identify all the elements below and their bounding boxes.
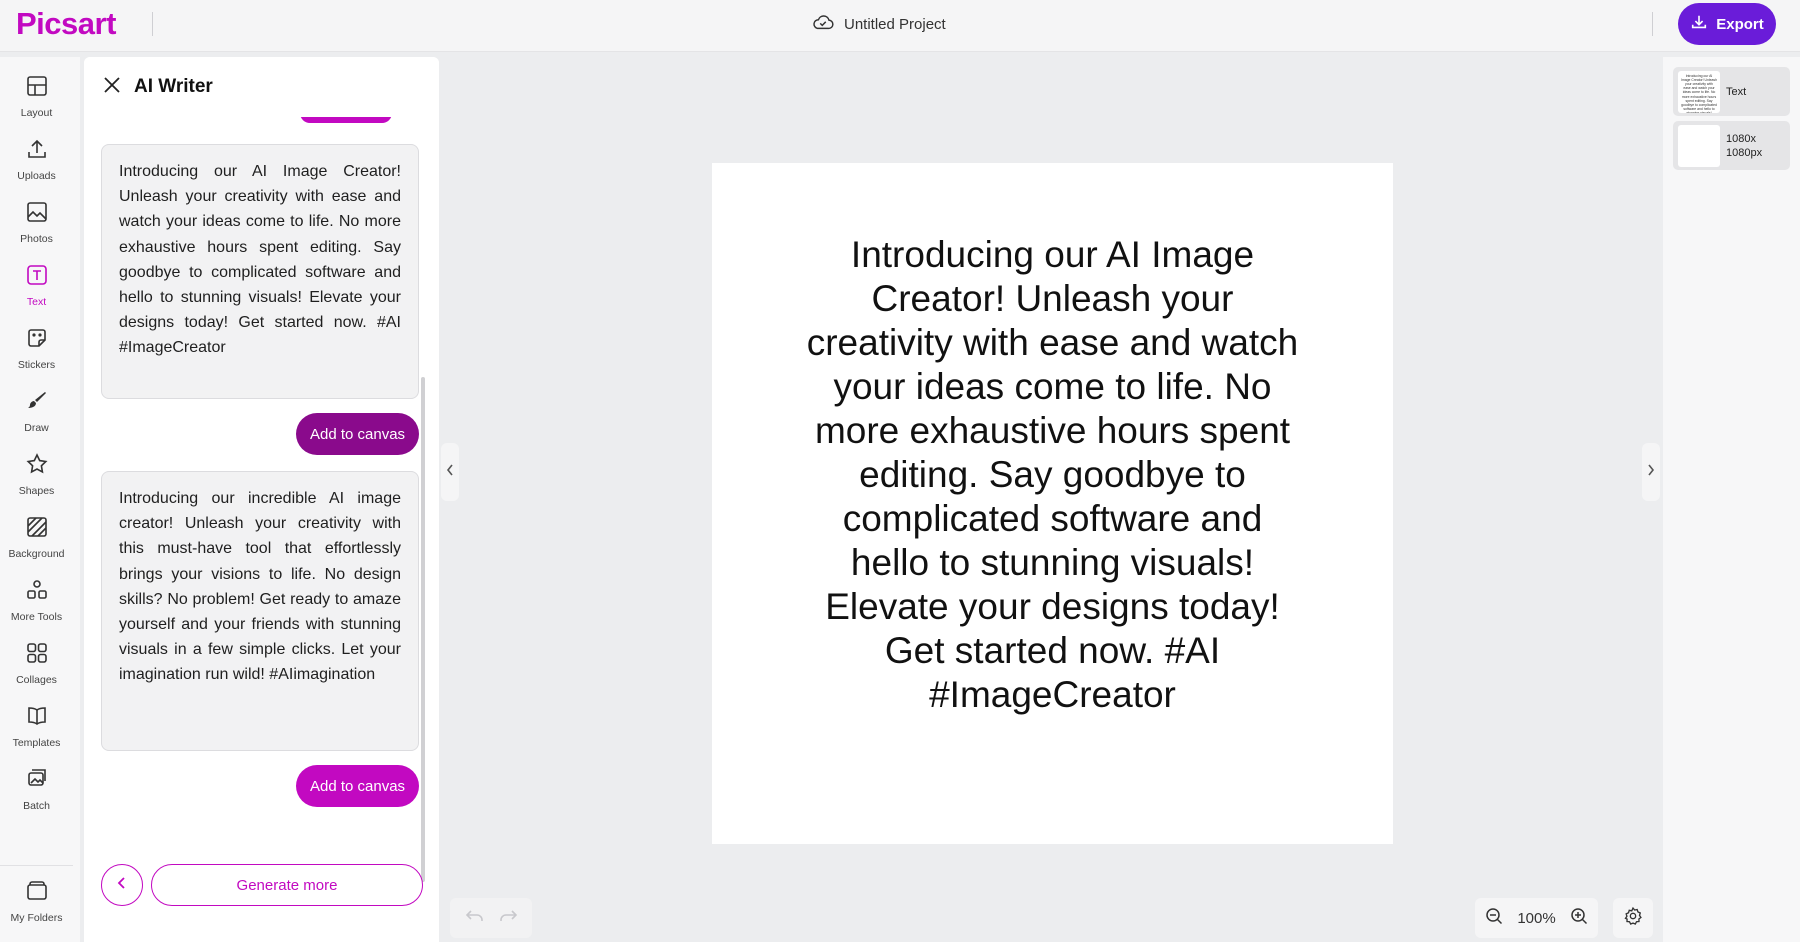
result-card[interactable]: Introducing our incredible AI image crea… [101,471,419,751]
rail-item-label: Draw [24,422,49,434]
add-to-canvas-button[interactable]: Add to canvas [296,765,419,807]
layer-label: 1080x 1080px [1726,132,1763,159]
layer-thumbnail-text: Introducing our AI Image Creator! Unleas… [1681,73,1717,113]
rail-item-collages[interactable]: Collages [0,641,73,701]
chevron-left-icon [445,463,455,482]
collage-icon [25,641,49,670]
image-icon [25,200,49,229]
chevron-left-icon [115,876,129,895]
rail-item-label: Background [8,548,65,560]
export-label: Export [1716,15,1764,33]
rail-item-layout[interactable]: Layout [0,74,73,134]
result-card[interactable]: Introducing our AI Image Creator! Unleas… [101,144,419,399]
top-bar: Picsart Untitled Project Export [0,0,1800,52]
brush-icon [25,389,49,418]
zoom-level[interactable]: 100% [1517,910,1555,927]
layout-icon [25,74,49,103]
star-icon [25,452,49,481]
back-button[interactable] [101,864,143,906]
divider [1652,12,1653,36]
ai-writer-panel: AI Writer Introducing our AI Image Creat… [84,57,439,942]
rail-item-uploads[interactable]: Uploads [0,137,73,197]
settings-button[interactable] [1613,898,1653,938]
result-text: Introducing our AI Image Creator! Unleas… [119,163,401,357]
zoom-in-icon[interactable] [1570,907,1588,929]
batch-icon [25,767,49,796]
download-icon [1690,13,1708,35]
export-button[interactable]: Export [1678,3,1776,45]
panel-header: AI Writer [84,57,439,117]
rail-item-label: Shapes [18,485,55,497]
layer-thumbnail [1678,124,1720,167]
rail-item-templates[interactable]: Templates [0,704,73,764]
zoom-out-icon[interactable] [1485,907,1503,929]
gear-icon [1623,906,1643,931]
undo-icon[interactable] [465,908,485,929]
rail-item-label: Collages [16,674,57,686]
layers-panel: Introducing our AI Image Creator! Unleas… [1663,57,1800,942]
generate-more-button[interactable]: Generate more [151,864,423,906]
divider [152,12,153,36]
rail-item-draw[interactable]: Draw [0,389,73,449]
add-to-canvas-button[interactable]: Add to canvas [296,413,419,455]
rail-item-more-tools[interactable]: More Tools [0,578,73,638]
panel-title: AI Writer [134,76,213,97]
rail-item-label: More Tools [10,611,63,623]
text-icon [25,263,49,292]
expand-layers-tab[interactable] [1642,443,1660,501]
layer-thumbnail: Introducing our AI Image Creator! Unleas… [1678,70,1720,113]
tool-rail: Layout Uploads Photos Text Stickers Draw… [0,57,80,942]
upload-icon [25,137,49,166]
background-icon [25,515,49,544]
artboard[interactable]: Introducing our AI Image Creator! Unleas… [712,163,1393,844]
book-icon [25,704,49,733]
rail-item-label: Stickers [17,359,56,371]
rail-item-label: Uploads [17,170,56,182]
panel-scrollbar[interactable] [421,377,425,882]
project-title[interactable]: Untitled Project [844,16,946,33]
picsart-logo[interactable]: Picsart [16,6,116,42]
rail-item-label: Text [26,296,47,308]
rail-item-background[interactable]: Background [0,515,73,575]
divider [0,865,73,866]
redo-icon[interactable] [498,908,518,929]
layer-item-background[interactable]: 1080x 1080px [1673,121,1790,170]
rail-item-shapes[interactable]: Shapes [0,452,73,512]
chevron-right-icon [1646,463,1656,482]
project-title-group[interactable]: Untitled Project [812,13,946,35]
rail-item-text[interactable]: Text [0,263,73,323]
layer-item-text[interactable]: Introducing our AI Image Creator! Unleas… [1673,67,1790,116]
history-controls [450,898,532,938]
rail-item-label: Templates [12,737,61,749]
result-text: Introducing our incredible AI image crea… [119,490,401,684]
rail-item-my-folders[interactable]: My Folders [0,879,73,939]
canvas-text-layer[interactable]: Introducing our AI Image Creator! Unleas… [800,233,1305,717]
close-icon[interactable] [102,75,122,100]
rail-item-stickers[interactable]: Stickers [0,326,73,386]
rail-item-photos[interactable]: Photos [0,200,73,260]
folder-icon [25,879,49,908]
sticker-icon [25,326,49,355]
rail-item-label: Photos [20,233,53,245]
cloud-check-icon [812,13,834,35]
rail-item-label: My Folders [10,912,63,924]
rail-item-label: Layout [20,107,53,119]
more-tools-icon [25,578,49,607]
rail-item-batch[interactable]: Batch [0,767,73,827]
collapse-panel-tab[interactable] [441,443,459,501]
layer-label: Text [1726,85,1747,98]
zoom-controls: 100% [1475,898,1598,938]
rail-item-label: Batch [23,800,50,812]
